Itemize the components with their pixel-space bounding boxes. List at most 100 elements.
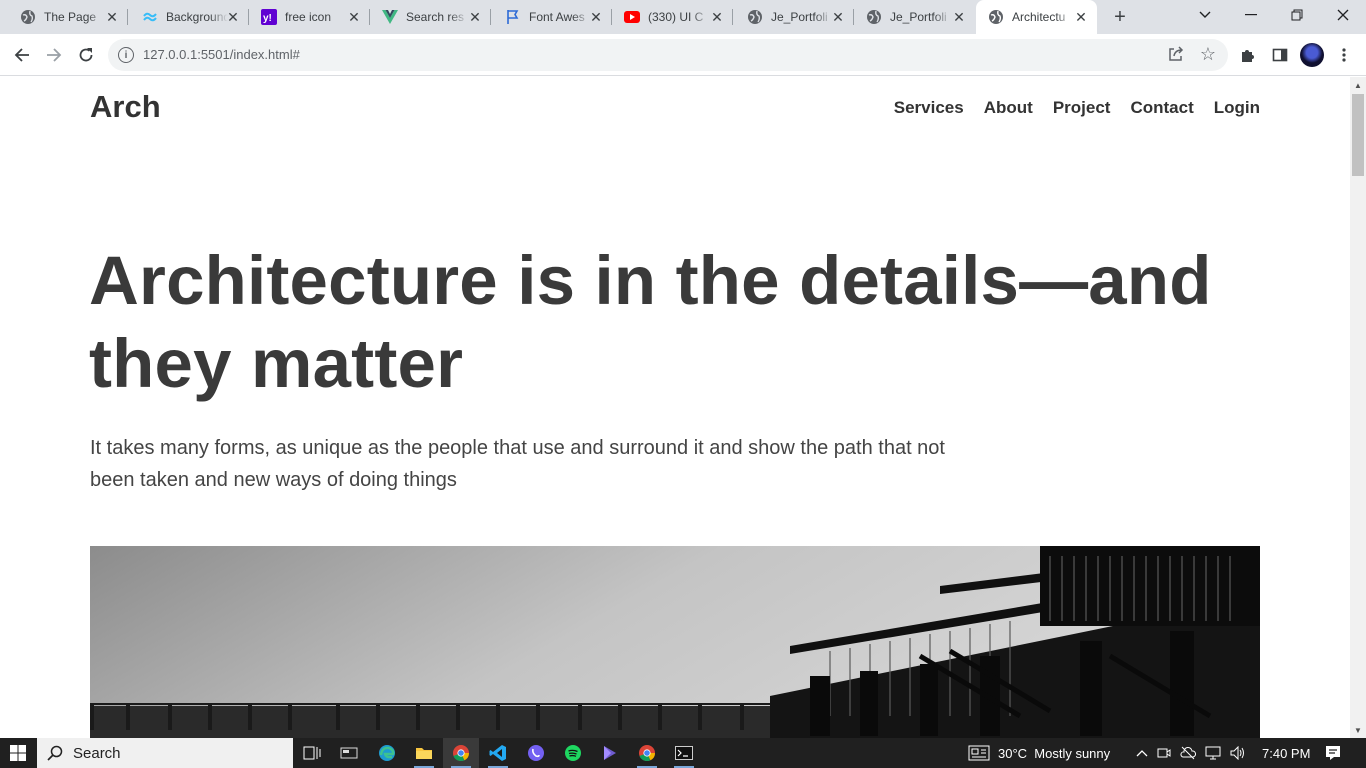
file-explorer-icon[interactable] [406,738,442,768]
clock-time: 7:40 PM [1262,745,1311,761]
meet-now-icon[interactable] [1157,746,1171,760]
restore-icon [1291,9,1303,21]
tab-title: Search res [406,10,465,24]
browser-tab[interactable]: y! free icon ✕ [249,0,370,34]
page-viewport: Arch Services About Project Contact Logi… [0,77,1350,738]
close-icon [1337,9,1349,21]
onedrive-offline-icon[interactable] [1180,746,1196,760]
profile-avatar[interactable] [1300,43,1324,67]
network-icon[interactable] [1205,746,1221,760]
close-icon[interactable]: ✕ [104,9,120,25]
tab-title: Background [166,10,228,24]
scrollbar-thumb[interactable] [1352,94,1364,176]
nav-link-project[interactable]: Project [1053,98,1111,118]
extensions-button[interactable] [1234,41,1262,69]
tab-title: (330) UI C [648,10,704,24]
volume-icon[interactable] [1230,746,1246,760]
terminal-icon[interactable] [666,738,702,768]
side-panel-icon [1272,48,1288,62]
browser-tab-active[interactable]: Architectu ✕ [976,0,1097,34]
taskbar-search[interactable]: Search [37,738,293,768]
browser-tab[interactable]: Je_Portfoli ✕ [733,0,854,34]
clock[interactable]: 7:40 PM [1262,738,1310,768]
scroll-up-arrow-icon[interactable]: ▲ [1350,77,1366,93]
bookmark-star-icon[interactable]: ☆ [1200,44,1216,65]
nav-link-login[interactable]: Login [1214,98,1260,118]
nav-link-about[interactable]: About [984,98,1033,118]
restore-button[interactable] [1274,0,1320,30]
tab-title: The Page [44,10,97,24]
browser-tab[interactable]: Background ✕ [128,0,249,34]
tab-title: free icon [285,10,332,24]
tailwind-icon [142,9,158,25]
vue-icon [382,9,398,25]
task-view-icon[interactable] [294,738,330,768]
scroll-down-arrow-icon[interactable]: ▼ [1350,722,1366,738]
browser-tab[interactable]: The Page ✕ [0,0,128,34]
globe-icon [988,9,1004,25]
share-icon[interactable] [1168,46,1184,67]
menu-button[interactable] [1330,41,1358,69]
chevron-down-icon [1199,11,1211,18]
close-icon[interactable]: ✕ [1073,9,1089,25]
puzzle-icon [1242,50,1254,62]
minimize-button[interactable] [1228,0,1274,30]
windows-logo-icon [10,745,26,761]
window-close-button[interactable] [1320,0,1366,30]
app-icon[interactable] [592,738,628,768]
system-tray [1136,738,1246,768]
chrome-icon[interactable] [443,738,479,768]
start-button[interactable] [0,738,36,768]
side-panel-button[interactable] [1266,41,1294,69]
yahoo-icon: y! [261,9,277,25]
close-icon[interactable]: ✕ [467,9,483,25]
browser-tab[interactable]: Search res ✕ [370,0,491,34]
vscode-icon[interactable] [480,738,516,768]
weather-text: 30°C Mostly sunny [998,745,1111,761]
notification-center-button[interactable] [1325,738,1341,768]
windows-taskbar: Search 30°C Mostly sunny 7:40 PM [0,738,1366,768]
tab-title: Je_Portfoli [890,10,947,24]
site-info-icon[interactable]: i [118,47,134,63]
minimize-icon [1245,14,1257,16]
reload-icon [79,48,93,62]
tab-title: Font Awes [529,10,585,24]
back-button[interactable] [8,41,36,69]
close-icon[interactable]: ✕ [709,9,725,25]
viber-icon[interactable] [518,738,554,768]
browser-tab[interactable]: Je_Portfoli ✕ [854,0,975,34]
hero-image [90,546,1260,738]
reload-button[interactable] [72,41,100,69]
widgets-icon[interactable] [331,738,367,768]
address-bar[interactable]: i 127.0.0.1:5501/index.html# ☆ [108,39,1228,71]
tab-title: Je_Portfoli [771,10,828,24]
chevron-up-icon[interactable] [1136,749,1148,757]
weather-widget[interactable]: 30°C Mostly sunny [968,738,1110,768]
new-tab-button[interactable]: + [1108,5,1132,29]
nav-link-services[interactable]: Services [894,98,964,118]
url-text[interactable]: 127.0.0.1:5501/index.html# [143,47,300,62]
page-scrollbar[interactable]: ▲ ▼ [1350,77,1366,738]
flag-icon [505,9,521,25]
arrow-right-icon [47,48,62,62]
site-logo[interactable]: Arch [90,89,161,125]
close-icon[interactable]: ✕ [830,9,846,25]
kebab-menu-icon [1342,48,1346,62]
search-label: Search [73,744,121,762]
arrow-left-icon [14,48,29,62]
globe-icon [20,9,36,25]
tab-search-button[interactable] [1182,0,1228,30]
hero-subtitle: It takes many forms, as unique as the pe… [90,437,945,491]
browser-tab[interactable]: (330) UI C ✕ [612,0,733,34]
edge-icon[interactable] [369,738,405,768]
nav-link-contact[interactable]: Contact [1130,98,1193,118]
close-icon[interactable]: ✕ [588,9,604,25]
close-icon[interactable]: ✕ [346,9,362,25]
close-icon[interactable]: ✕ [951,9,967,25]
browser-tab[interactable]: Font Awes ✕ [491,0,612,34]
close-icon[interactable]: ✕ [225,9,241,25]
spotify-icon[interactable] [555,738,591,768]
chrome-profile-icon[interactable] [629,738,665,768]
forward-button[interactable] [40,41,68,69]
search-icon [47,745,63,761]
